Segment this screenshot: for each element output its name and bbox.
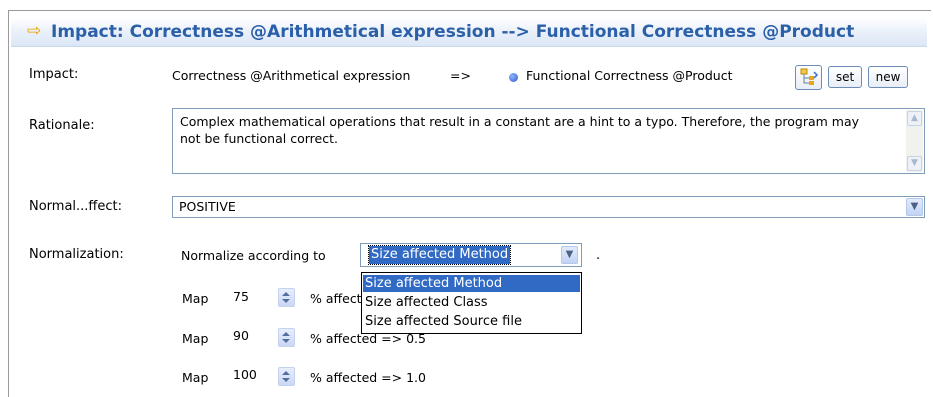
map-value[interactable]: 90: [233, 328, 249, 343]
set-button[interactable]: set: [828, 66, 862, 88]
normalization-label: Normalization:: [29, 247, 124, 262]
section-header: ⇨ Impact: Correctness @Arithmetical expr…: [11, 18, 927, 47]
normal-effect-select[interactable]: POSITIVE ▼: [172, 196, 925, 218]
scroll-up-icon[interactable]: ▲: [907, 111, 922, 126]
rationale-text: Complex mathematical operations that res…: [180, 114, 860, 146]
normalization-options: Size affected Method Size affected Class…: [361, 272, 582, 334]
map-spinner[interactable]: [278, 367, 295, 386]
chevron-down-icon[interactable]: ▼: [906, 198, 923, 216]
map-spinner[interactable]: [278, 288, 295, 307]
map-text: % affected => 1.0: [310, 370, 426, 385]
rationale-label: Rationale:: [29, 118, 95, 133]
map-value[interactable]: 100: [233, 367, 257, 382]
section-title: Impact: Correctness @Arithmetical expres…: [51, 22, 855, 42]
normalization-selected: Size affected Method: [367, 245, 512, 265]
map-value[interactable]: 75: [233, 289, 249, 304]
impact-source: Correctness @Arithmetical expression: [172, 68, 411, 83]
tree-browse-icon: [800, 68, 819, 85]
normalization-select[interactable]: Size affected Method ▼: [360, 243, 582, 267]
arrow-right-icon: ⇨: [27, 21, 42, 41]
option-size-affected-method[interactable]: Size affected Method: [363, 275, 580, 292]
impact-label: Impact:: [29, 67, 79, 82]
normal-effect-label: Normal...ffect:: [29, 199, 123, 214]
option-size-affected-source-file[interactable]: Size affected Source file: [363, 313, 580, 330]
browse-button[interactable]: [795, 65, 822, 90]
map-spinner[interactable]: [278, 328, 295, 347]
rationale-scrollbar[interactable]: ▲ ▼: [906, 110, 923, 172]
map-label: Map: [182, 331, 209, 346]
option-size-affected-class[interactable]: Size affected Class: [363, 294, 580, 311]
impact-arrow: =>: [450, 68, 471, 83]
normal-effect-value: POSITIVE: [179, 199, 236, 214]
factor-bullet-icon: [509, 73, 518, 82]
map-label: Map: [182, 291, 209, 306]
scroll-down-icon[interactable]: ▼: [907, 156, 922, 171]
normalize-suffix: .: [596, 248, 601, 263]
new-button[interactable]: new: [868, 66, 908, 88]
impact-target[interactable]: Functional Correctness @Product: [526, 68, 732, 83]
map-label: Map: [182, 370, 209, 385]
rationale-textarea[interactable]: Complex mathematical operations that res…: [172, 108, 925, 174]
normalize-prefix: Normalize according to: [181, 248, 326, 263]
chevron-down-icon[interactable]: ▼: [561, 246, 578, 264]
